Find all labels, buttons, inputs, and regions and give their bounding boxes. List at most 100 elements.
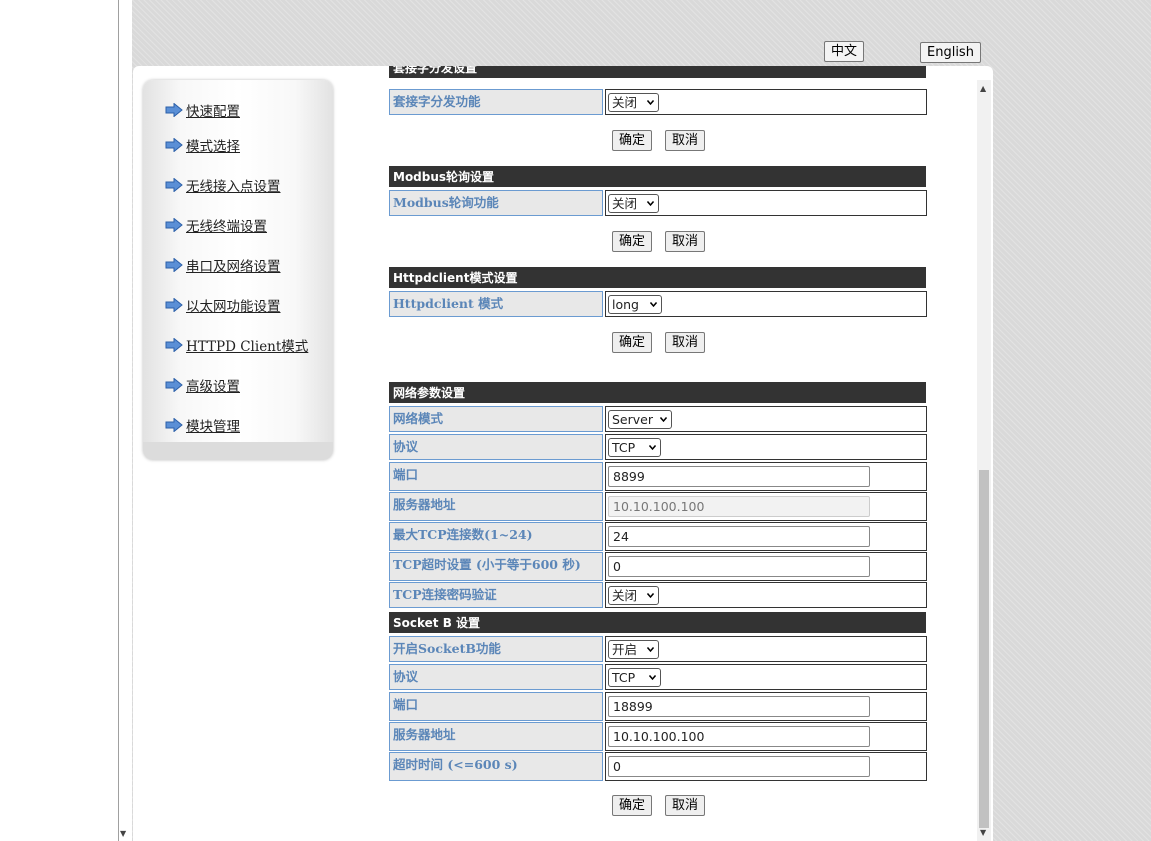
sidebar-item-label: 以太网功能设置: [186, 299, 281, 315]
socketb-server-input[interactable]: 10.10.100.100: [608, 726, 870, 747]
field-label: 最大TCP连接数(1~24): [389, 522, 603, 551]
arrow-right-icon: [165, 138, 183, 152]
cancel-button[interactable]: 取消: [665, 795, 706, 816]
confirm-button[interactable]: 确定: [612, 795, 653, 816]
field-value: 10.10.100.100: [605, 492, 927, 521]
sidebar-item-label: 串口及网络设置: [186, 259, 281, 275]
field-value: TCP: [605, 664, 927, 690]
field-value: long: [605, 291, 927, 317]
field-value: 24: [605, 522, 927, 551]
field-label: 超时时间 (<=600 s): [389, 752, 603, 781]
network-mode-select[interactable]: Server: [608, 410, 672, 429]
cancel-button[interactable]: 取消: [665, 130, 706, 151]
field-value: 0: [605, 552, 927, 581]
field-label: TCP超时设置 (小于等于600 秒): [389, 552, 603, 581]
max-connections-input[interactable]: 24: [608, 526, 870, 547]
arrow-right-icon: [165, 338, 183, 352]
field-value: TCP: [605, 434, 927, 460]
english-language-button[interactable]: English: [920, 42, 981, 63]
protocol-select[interactable]: TCP: [608, 438, 661, 457]
cancel-button[interactable]: 取消: [665, 332, 706, 353]
sidebar-item-ap-settings[interactable]: 无线接入点设置: [165, 175, 281, 195]
sidebar-item-ethernet[interactable]: 以太网功能设置: [165, 295, 281, 315]
field-label: 协议: [389, 664, 603, 690]
chevron-down-icon: [647, 647, 654, 653]
confirm-button[interactable]: 确定: [612, 231, 653, 252]
sidebar-item-module-management[interactable]: 模块管理: [165, 415, 240, 435]
section-header-modbus: Modbus轮询设置: [389, 166, 926, 187]
scroll-up-icon[interactable]: ▲: [980, 84, 986, 93]
row-modbus: Modbus轮询功能 关闭: [389, 190, 927, 218]
sidebar-footer: [143, 442, 333, 460]
field-value: 10.10.100.100: [605, 722, 927, 751]
field-label: 协议: [389, 434, 603, 460]
arrow-right-icon: [165, 298, 183, 312]
field-value: Server: [605, 406, 927, 432]
field-value: 开启: [605, 636, 927, 662]
left-divider: [118, 0, 132, 841]
arrow-right-icon: [165, 103, 183, 117]
row-protocol: 协议 TCP: [389, 434, 927, 462]
httpd-mode-select[interactable]: long: [608, 295, 662, 314]
sidebar-item-quick-config[interactable]: 快速配置: [165, 100, 240, 120]
field-label: 端口: [389, 462, 603, 491]
sidebar-item-httpd-client[interactable]: HTTPD Client模式: [165, 335, 308, 355]
tcp-timeout-input[interactable]: 0: [608, 556, 870, 577]
tcp-password-select[interactable]: 关闭: [608, 586, 659, 605]
field-label: TCP连接密码验证: [389, 582, 603, 608]
field-value: 关闭: [605, 89, 927, 115]
row-socketb-port: 端口 18899: [389, 692, 927, 721]
row-socketb-timeout: 超时时间 (<=600 s) 0: [389, 752, 927, 781]
arrow-right-icon: [165, 178, 183, 192]
socketb-timeout-input[interactable]: 0: [608, 756, 870, 777]
sidebar-item-serial-network[interactable]: 串口及网络设置: [165, 255, 281, 275]
sidebar-item-label: 无线接入点设置: [186, 179, 281, 195]
row-httpd-mode: Httpdclient 模式 long: [389, 291, 927, 319]
sidebar-item-label: HTTPD Client模式: [186, 339, 309, 355]
row-socketb-protocol: 协议 TCP: [389, 664, 927, 692]
row-socketb-enable: 开启SocketB功能 开启: [389, 636, 927, 664]
chinese-language-button[interactable]: 中文: [824, 41, 865, 62]
field-label: 服务器地址: [389, 492, 603, 521]
row-server-address: 服务器地址 10.10.100.100: [389, 492, 927, 521]
main-panel: 快速配置 模式选择 无线接入点设置 无线终端设置 串口及网络设置 以太网功能设置…: [133, 66, 993, 841]
field-value: 18899: [605, 692, 927, 721]
chevron-down-icon: [647, 201, 654, 207]
sidebar-item-label: 快速配置: [186, 104, 240, 120]
sidebar-item-mode-select[interactable]: 模式选择: [165, 135, 240, 155]
field-label: 端口: [389, 692, 603, 721]
server-address-input: 10.10.100.100: [608, 496, 870, 517]
sidebar-item-sta-settings[interactable]: 无线终端设置: [165, 215, 267, 235]
confirm-button[interactable]: 确定: [612, 332, 653, 353]
scroll-down-icon[interactable]: ▼: [980, 828, 986, 837]
field-label: 网络模式: [389, 406, 603, 432]
socketb-protocol-select[interactable]: TCP: [608, 668, 661, 687]
cancel-button[interactable]: 取消: [665, 231, 706, 252]
confirm-button[interactable]: 确定: [612, 130, 653, 151]
left-scroll-down-icon[interactable]: ▼: [120, 829, 126, 838]
port-input[interactable]: 8899: [608, 466, 870, 487]
socketb-port-input[interactable]: 18899: [608, 696, 870, 717]
chevron-down-icon: [647, 100, 654, 106]
row-tcp-timeout: TCP超时设置 (小于等于600 秒) 0: [389, 552, 927, 581]
field-label: Modbus轮询功能: [389, 190, 603, 216]
arrow-right-icon: [165, 218, 183, 232]
page-left-margin: [0, 0, 118, 841]
chevron-down-icon: [650, 302, 657, 308]
field-value: 0: [605, 752, 927, 781]
scrollbar-thumb[interactable]: [979, 470, 989, 828]
arrow-right-icon: [165, 258, 183, 272]
sidebar-item-advanced[interactable]: 高级设置: [165, 375, 240, 395]
socket-dist-select[interactable]: 关闭: [608, 93, 659, 112]
arrow-right-icon: [165, 378, 183, 392]
row-socketb-server: 服务器地址 10.10.100.100: [389, 722, 927, 751]
socketb-enable-select[interactable]: 开启: [608, 640, 659, 659]
section-header-httpd: Httpdclient模式设置: [389, 267, 926, 288]
sidebar-item-label: 模块管理: [186, 419, 240, 435]
section-header-network: 网络参数设置: [389, 382, 926, 403]
modbus-select[interactable]: 关闭: [608, 194, 659, 213]
row-port: 端口 8899: [389, 462, 927, 491]
sidebar-menu: 快速配置 模式选择 无线接入点设置 无线终端设置 串口及网络设置 以太网功能设置…: [143, 80, 333, 460]
vertical-scrollbar[interactable]: ▲ ▼: [977, 80, 991, 841]
chevron-down-icon: [649, 675, 656, 681]
